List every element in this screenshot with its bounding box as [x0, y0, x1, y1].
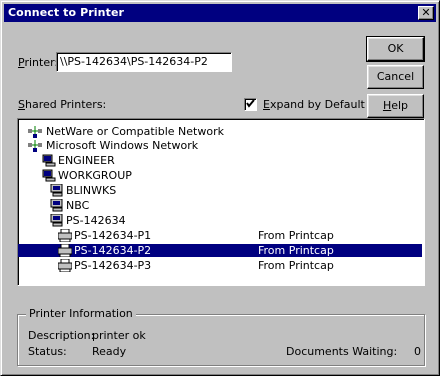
tree-row[interactable]: PS-142634-P1 From Printcap	[18, 228, 422, 243]
tree-row[interactable]: WORKGROUP	[18, 169, 422, 182]
tree-label: NetWare or Compatible Network	[46, 125, 224, 138]
computer-icon	[50, 183, 64, 197]
tree-row[interactable]: BLINWKS	[18, 183, 422, 197]
close-icon[interactable]: ✕	[418, 6, 434, 20]
shared-label-rest: hared Printers:	[24, 98, 107, 111]
status-value: Ready	[92, 345, 127, 358]
documents-waiting-value: 0	[414, 345, 421, 358]
help-label-rest: elp	[391, 99, 409, 112]
printer-icon	[57, 243, 73, 258]
tree-label: WORKGROUP	[58, 169, 132, 182]
window-title: Connect to Printer	[8, 6, 125, 19]
printer-label-rest: rinter:	[24, 56, 59, 69]
tree-label: PS-142634-P1	[74, 229, 152, 242]
tree-row-selected[interactable]: PS-142634-P2 From Printcap	[18, 243, 422, 258]
tree-comment: From Printcap	[258, 259, 334, 272]
printer-information-group: Printer Information Description: printer…	[17, 307, 425, 366]
tree-row[interactable]: PS-142634	[18, 213, 422, 227]
tree-label: ENGINEER	[58, 154, 115, 167]
help-button[interactable]: Help	[367, 94, 424, 118]
status-label: Status:	[28, 345, 67, 358]
workgroup-icon	[42, 169, 56, 182]
network-icon	[28, 125, 42, 138]
printer-icon	[57, 258, 73, 273]
tree-label: PS-142634-P2	[74, 244, 152, 257]
cancel-button[interactable]: Cancel	[367, 65, 424, 89]
description-label: Description:	[28, 329, 95, 342]
expand-label-rest: xpand by Default	[269, 98, 365, 111]
expand-by-default-label[interactable]: Expand by Default	[263, 98, 365, 111]
help-label-accel: H	[382, 99, 392, 112]
tree-label: PS-142634	[66, 214, 126, 227]
tree-row[interactable]: PS-142634-P3 From Printcap	[18, 258, 422, 273]
description-value: printer ok	[92, 329, 146, 342]
tree-comment: From Printcap	[258, 244, 334, 257]
expand-label-accel: E	[263, 98, 270, 111]
tree-row[interactable]: ENGINEER	[18, 154, 422, 167]
printer-path-field[interactable]: \\PS-142634\PS-142634-P2	[56, 52, 232, 72]
documents-waiting-label: Documents Waiting:	[286, 345, 398, 358]
checkmark-icon	[246, 99, 255, 108]
tree-row[interactable]: Microsoft Windows Network	[18, 139, 422, 152]
tree-label: BLINWKS	[66, 184, 117, 197]
workgroup-icon	[42, 154, 56, 167]
tree-row[interactable]: NetWare or Compatible Network	[18, 125, 422, 138]
printer-icon	[57, 228, 73, 243]
tree-label: PS-142634-P3	[74, 259, 152, 272]
shared-printers-label: Shared Printers:	[18, 98, 106, 111]
tree-comment: From Printcap	[258, 229, 334, 242]
network-icon	[28, 139, 42, 152]
computer-icon	[50, 198, 64, 212]
printer-label: Printer:	[18, 56, 58, 69]
shared-printers-tree[interactable]: NetWare or Compatible Network Microsoft …	[17, 118, 425, 286]
computer-icon	[50, 213, 64, 227]
group-title: Printer Information	[26, 307, 136, 320]
connect-to-printer-dialog: Connect to Printer ✕ Printer: \\PS-14263…	[0, 0, 440, 376]
title-bar[interactable]: Connect to Printer ✕	[4, 4, 436, 22]
shared-label-accel: S	[18, 98, 25, 111]
ok-button[interactable]: OK	[366, 36, 425, 62]
expand-by-default-checkbox[interactable]	[244, 98, 257, 111]
tree-label: NBC	[66, 199, 90, 212]
tree-row[interactable]: NBC	[18, 198, 422, 212]
tree-label: Microsoft Windows Network	[46, 139, 199, 152]
